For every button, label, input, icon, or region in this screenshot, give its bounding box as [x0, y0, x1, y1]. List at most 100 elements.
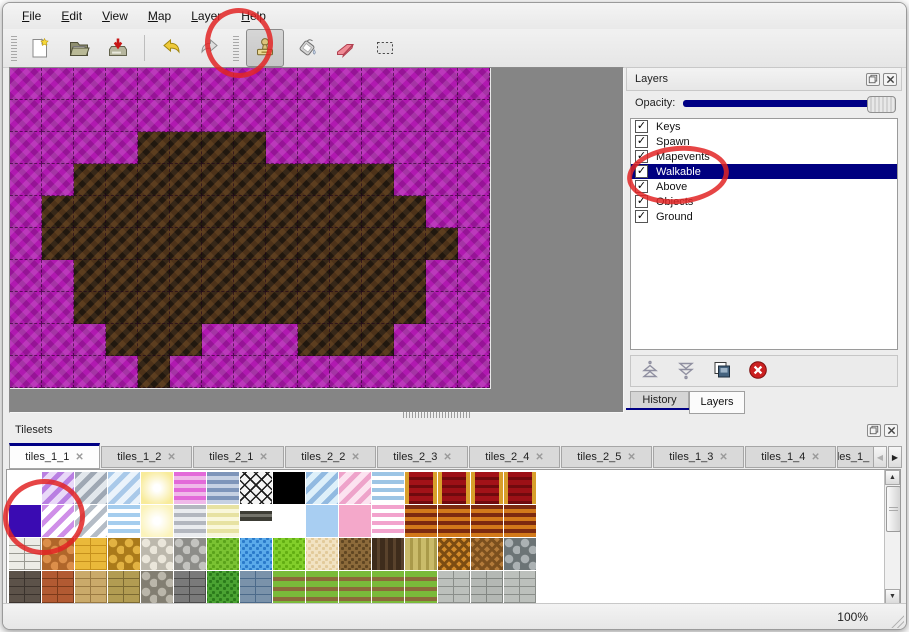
tileset-tab-tiles_2_4[interactable]: tiles_2_4✕: [469, 446, 560, 468]
map-tile[interactable]: [234, 260, 266, 292]
palette-tile[interactable]: [306, 505, 338, 537]
map-tile[interactable]: [266, 228, 298, 260]
map-tile[interactable]: [394, 292, 426, 324]
map-tile[interactable]: [202, 324, 234, 356]
map-tile[interactable]: [394, 228, 426, 260]
palette-tile[interactable]: [207, 472, 239, 504]
map-tile[interactable]: [362, 356, 394, 388]
map-tile[interactable]: [362, 164, 394, 196]
palette-tile[interactable]: [207, 571, 239, 603]
palette-tile[interactable]: [405, 505, 437, 537]
map-tile[interactable]: [10, 260, 42, 292]
palette-tile[interactable]: [372, 472, 404, 504]
map-tile[interactable]: [266, 292, 298, 324]
tileset-tab-tiles_1[interactable]: tiles_1_✕: [837, 446, 878, 468]
open-map-button[interactable]: [63, 32, 95, 64]
map-tile[interactable]: [202, 228, 234, 260]
map-tile[interactable]: [426, 100, 458, 132]
map-tile[interactable]: [138, 356, 170, 388]
menu-file[interactable]: File: [13, 6, 50, 26]
palette-tile[interactable]: [438, 571, 470, 603]
palette-tile[interactable]: [42, 571, 74, 603]
palette-tile[interactable]: [339, 571, 371, 603]
map-tile[interactable]: [362, 100, 394, 132]
map-tile[interactable]: [266, 324, 298, 356]
map-tile[interactable]: [202, 292, 234, 324]
map-tile[interactable]: [266, 132, 298, 164]
map-tile[interactable]: [266, 100, 298, 132]
palette-tile[interactable]: [75, 571, 107, 603]
map-tile[interactable]: [362, 260, 394, 292]
map-tile[interactable]: [266, 68, 298, 100]
map-tile[interactable]: [330, 260, 362, 292]
map-tile[interactable]: [458, 132, 490, 164]
map-tile[interactable]: [42, 100, 74, 132]
map-tile[interactable]: [330, 164, 362, 196]
map-tile[interactable]: [138, 132, 170, 164]
palette-tile[interactable]: [240, 538, 272, 570]
map-tile[interactable]: [458, 356, 490, 388]
map-tile[interactable]: [10, 164, 42, 196]
map-tile[interactable]: [106, 260, 138, 292]
map-tile[interactable]: [234, 292, 266, 324]
map-tile[interactable]: [298, 68, 330, 100]
map-tile[interactable]: [458, 196, 490, 228]
map-tile[interactable]: [42, 164, 74, 196]
map-tile[interactable]: [74, 260, 106, 292]
map-tile[interactable]: [394, 260, 426, 292]
map-tile[interactable]: [298, 100, 330, 132]
map-tile[interactable]: [106, 196, 138, 228]
map-tile[interactable]: [138, 196, 170, 228]
palette-tile[interactable]: [75, 538, 107, 570]
map-tile[interactable]: [234, 132, 266, 164]
map-tile[interactable]: [234, 164, 266, 196]
map-tile[interactable]: [106, 100, 138, 132]
map-tile[interactable]: [74, 196, 106, 228]
move-layer-down-button[interactable]: [673, 359, 699, 383]
map-tile[interactable]: [458, 260, 490, 292]
map-tile[interactable]: [42, 68, 74, 100]
palette-tile[interactable]: [141, 538, 173, 570]
map-tile[interactable]: [170, 132, 202, 164]
map-tile[interactable]: [202, 164, 234, 196]
map-canvas[interactable]: [10, 68, 491, 389]
map-tile[interactable]: [202, 132, 234, 164]
palette-tile[interactable]: [141, 571, 173, 603]
map-tile[interactable]: [330, 68, 362, 100]
palette-tile[interactable]: [273, 538, 305, 570]
map-tile[interactable]: [394, 132, 426, 164]
map-tile[interactable]: [426, 292, 458, 324]
map-tile[interactable]: [234, 324, 266, 356]
menu-view[interactable]: View: [93, 6, 137, 26]
resize-grip-icon[interactable]: [887, 611, 904, 628]
map-tile[interactable]: [234, 228, 266, 260]
map-tile[interactable]: [426, 132, 458, 164]
palette-tile[interactable]: [108, 538, 140, 570]
map-tile[interactable]: [74, 292, 106, 324]
map-tile[interactable]: [426, 164, 458, 196]
palette-tile[interactable]: [108, 472, 140, 504]
layer-visibility-checkbox[interactable]: ✓: [635, 210, 648, 223]
map-tile[interactable]: [298, 132, 330, 164]
palette-tile[interactable]: [471, 571, 503, 603]
tileset-tab-tiles_1_2[interactable]: tiles_1_2✕: [101, 446, 192, 468]
palette-tile[interactable]: [339, 505, 371, 537]
map-tile[interactable]: [74, 356, 106, 388]
palette-tile[interactable]: [174, 571, 206, 603]
close-tab-icon[interactable]: ✕: [75, 452, 83, 463]
layers-close-button[interactable]: [883, 73, 897, 86]
map-tile[interactable]: [10, 356, 42, 388]
undo-button[interactable]: [155, 32, 187, 64]
map-tile[interactable]: [458, 324, 490, 356]
map-tile[interactable]: [74, 132, 106, 164]
map-tile[interactable]: [106, 292, 138, 324]
map-tile[interactable]: [330, 324, 362, 356]
tab-history[interactable]: History: [630, 391, 689, 409]
tab-scroll-right-button[interactable]: ▶: [888, 446, 902, 468]
close-tab-icon[interactable]: ✕: [535, 452, 543, 463]
map-tile[interactable]: [394, 196, 426, 228]
palette-tile[interactable]: [240, 505, 272, 537]
palette-tile[interactable]: [405, 571, 437, 603]
map-tile[interactable]: [170, 100, 202, 132]
save-map-button[interactable]: [102, 32, 134, 64]
